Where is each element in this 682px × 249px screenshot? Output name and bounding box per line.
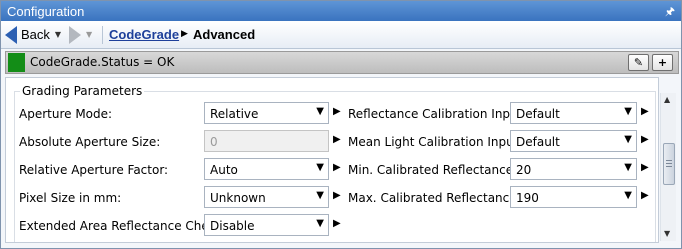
grip-line (666, 163, 672, 164)
edit-button[interactable]: ✎ (628, 54, 649, 71)
param-row-max-calibrated-reflectance: Max. Calibrated Reflectance: 190 ▼ ▶ (346, 186, 656, 210)
max-calibrated-reflectance-dropdown[interactable]: 190 ▼ (510, 186, 637, 208)
param-label: Max. Calibrated Reflectance: (348, 191, 521, 205)
param-label: Mean Light Calibration Input: (348, 135, 523, 149)
status-indicator (8, 53, 25, 72)
dropdown-value: 20 (516, 163, 532, 177)
dropdown-value: Default (516, 107, 560, 121)
grip-line (666, 160, 672, 161)
pixel-size-dropdown[interactable]: Unknown ▼ (204, 186, 329, 208)
expand-arrow-icon[interactable]: ▶ (333, 106, 341, 117)
chevron-down-icon: ▼ (624, 106, 632, 117)
chevron-down-icon: ▼ (316, 106, 324, 117)
min-calibrated-reflectance-dropdown[interactable]: 20 ▼ (510, 158, 637, 180)
scroll-thumb[interactable] (663, 143, 675, 185)
breadcrumb-current: Advanced (193, 27, 256, 42)
param-row-extended-area-reflectance: Extended Area Reflectance Check: Disable… (6, 214, 346, 238)
configuration-window: Configuration 🖈︎ Back ▼ ▼ CodeGrade ▶ Ad… (0, 0, 682, 249)
forward-button: ▼ (69, 25, 92, 44)
chevron-down-icon: ▼ (316, 190, 324, 201)
expand-arrow-icon[interactable]: ▶ (641, 106, 649, 117)
param-label: Min. Calibrated Reflectance: (348, 163, 518, 177)
extended-area-reflectance-dropdown[interactable]: Disable ▼ (204, 214, 329, 236)
scroll-down-icon[interactable]: ▼ (664, 229, 670, 238)
param-row-aperture-mode: Aperture Mode: Relative ▼ ▶ (6, 102, 346, 126)
param-row-mean-light-calibration: Mean Light Calibration Input: Default ▼ … (346, 130, 656, 154)
chevron-down-icon: ▼ (624, 134, 632, 145)
chevron-down-icon: ▼ (316, 162, 324, 173)
dropdown-value: 190 (516, 191, 539, 205)
param-label: Absolute Aperture Size: (19, 135, 161, 149)
param-label: Pixel Size in mm: (19, 191, 122, 205)
nav-divider (102, 26, 103, 44)
status-text: CodeGrade.Status = OK (30, 55, 175, 69)
dropdown-value: Auto (210, 163, 238, 177)
param-label: Reflectance Calibration Input: (348, 107, 527, 121)
forward-history-dropdown-icon: ▼ (86, 30, 93, 39)
mean-light-calibration-dropdown[interactable]: Default ▼ (510, 130, 637, 152)
expand-arrow-icon[interactable]: ▶ (333, 218, 341, 229)
back-button[interactable]: Back ▼ (5, 25, 61, 44)
chevron-down-icon: ▼ (624, 162, 632, 173)
back-label: Back (21, 27, 50, 42)
pencil-icon: ✎ (633, 56, 644, 69)
param-row-absolute-aperture-size: Absolute Aperture Size: 0 ▶ (6, 130, 346, 154)
chevron-down-icon: ▼ (316, 218, 324, 229)
reflectance-calibration-dropdown[interactable]: Default ▼ (510, 102, 637, 124)
expand-arrow-icon[interactable]: ▶ (641, 162, 649, 173)
param-row-pixel-size: Pixel Size in mm: Unknown ▼ ▶ (6, 186, 346, 210)
add-button[interactable]: + (652, 54, 673, 71)
breadcrumb-codegrade-link[interactable]: CodeGrade (109, 27, 179, 42)
chevron-down-icon: ▼ (624, 190, 632, 201)
title-bar: Configuration 🖈︎ (1, 1, 681, 21)
expand-arrow-icon[interactable]: ▶ (641, 134, 649, 145)
back-history-dropdown-icon[interactable]: ▼ (55, 30, 61, 39)
scroll-up-icon[interactable]: ▲ (664, 95, 670, 104)
back-arrow-icon (5, 25, 17, 44)
status-bar: CodeGrade.Status = OK ✎ + (5, 51, 679, 74)
dropdown-value: Default (516, 135, 560, 149)
dropdown-value: Unknown (210, 191, 266, 205)
expand-arrow-icon[interactable]: ▶ (333, 162, 341, 173)
navigation-bar: Back ▼ ▼ CodeGrade ▶ Advanced (1, 21, 681, 49)
pin-icon[interactable]: 🖈︎ (665, 3, 675, 22)
breadcrumb-separator-icon: ▶ (181, 29, 188, 39)
param-label: Relative Aperture Factor: (19, 163, 169, 177)
grip-line (666, 166, 672, 167)
parameters-panel: Grading Parameters Aperture Mode: Relati… (5, 77, 659, 243)
param-label: Extended Area Reflectance Check: (19, 219, 227, 233)
expand-arrow-icon[interactable]: ▶ (333, 134, 341, 145)
field-value: 0 (210, 135, 218, 149)
relative-aperture-factor-dropdown[interactable]: Auto ▼ (204, 158, 329, 180)
param-row-min-calibrated-reflectance: Min. Calibrated Reflectance: 20 ▼ ▶ (346, 158, 656, 182)
vertical-scrollbar[interactable]: ▲ ▼ (660, 93, 676, 241)
param-row-relative-aperture-factor: Relative Aperture Factor: Auto ▼ ▶ (6, 158, 346, 182)
expand-arrow-icon[interactable]: ▶ (641, 190, 649, 201)
plus-icon: + (657, 56, 668, 69)
param-label: Aperture Mode: (19, 107, 113, 121)
expand-arrow-icon[interactable]: ▶ (333, 190, 341, 201)
absolute-aperture-size-field: 0 (204, 130, 329, 152)
forward-arrow-icon (69, 25, 81, 44)
window-title: Configuration (7, 4, 85, 19)
param-row-reflectance-calibration: Reflectance Calibration Input: Default ▼… (346, 102, 656, 126)
dropdown-value: Disable (210, 219, 255, 233)
aperture-mode-dropdown[interactable]: Relative ▼ (204, 102, 329, 124)
group-title: Grading Parameters (20, 84, 145, 98)
dropdown-value: Relative (210, 107, 259, 121)
